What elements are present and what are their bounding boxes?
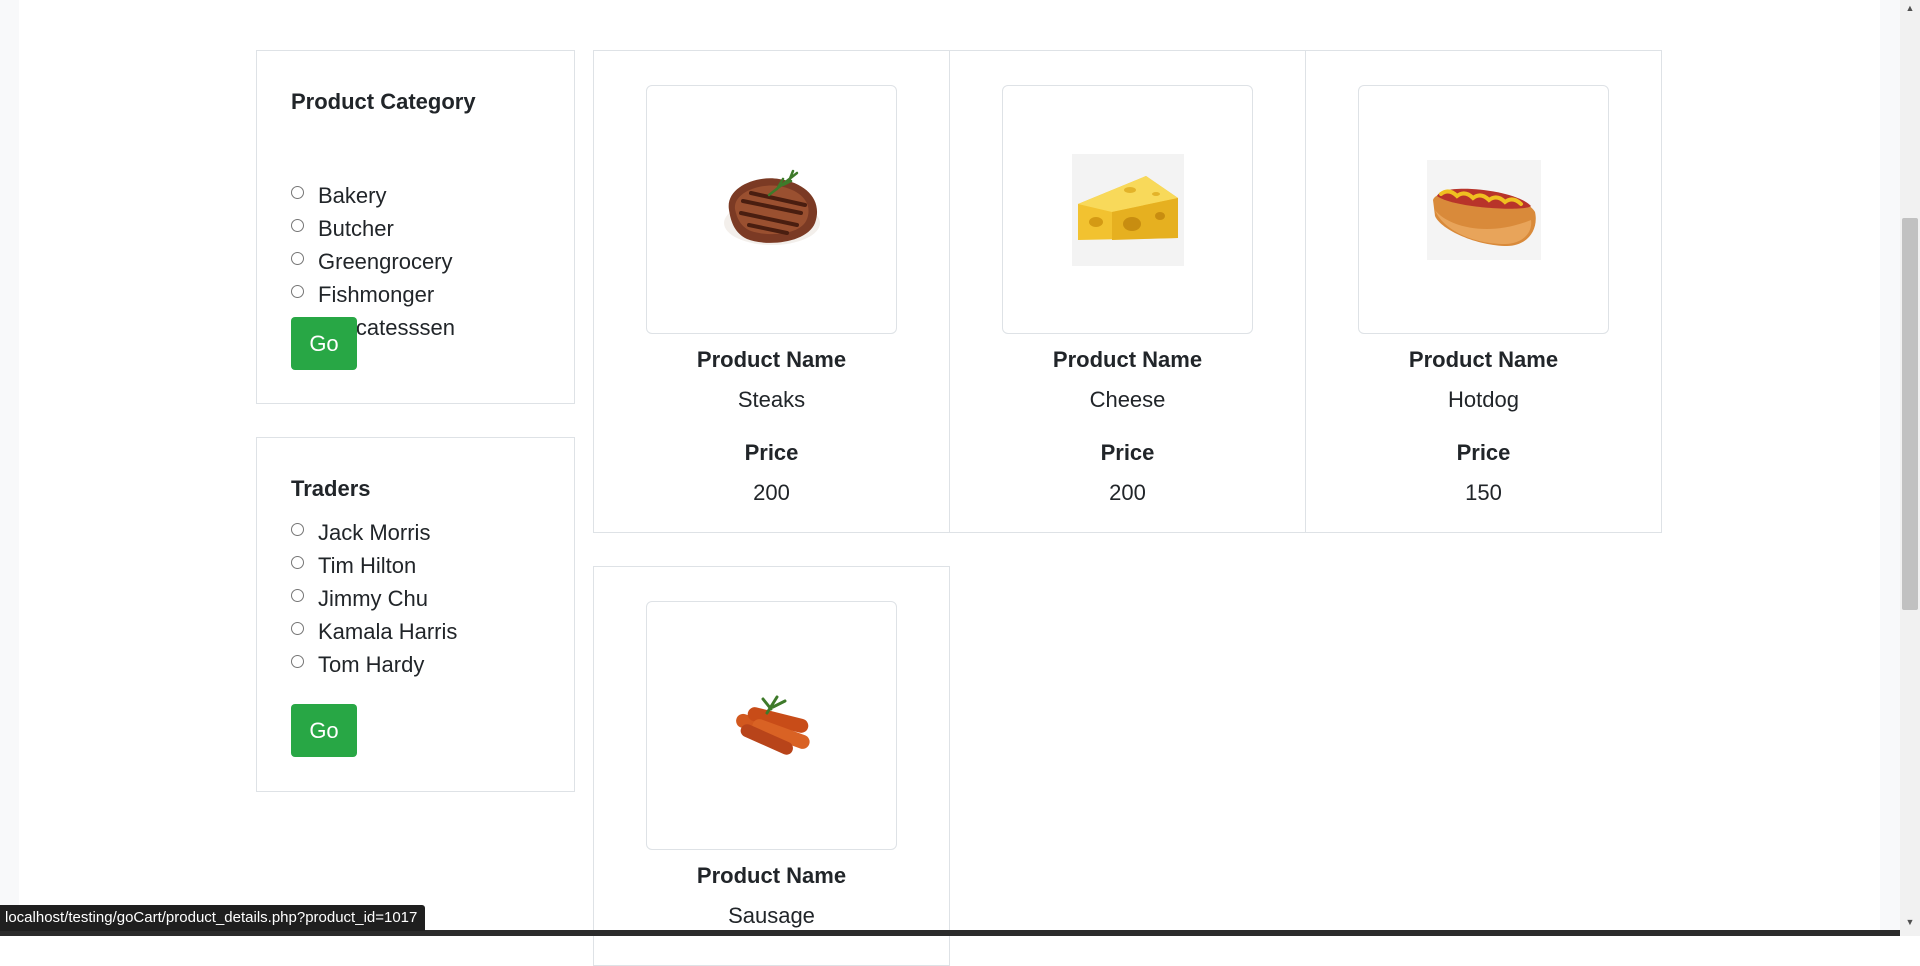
radio-button[interactable] [291,654,304,668]
trader-option-kamala-harris[interactable]: Kamala Harris [291,617,457,647]
traders-go-button[interactable]: Go [291,704,357,757]
radio-button[interactable] [291,218,304,232]
radio-label: Butcher [318,216,394,241]
trader-option-jimmy-chu[interactable]: Jimmy Chu [291,584,428,614]
status-bar-url: localhost/testing/goCart/product_details… [0,905,426,931]
traders-filter-title: Traders [291,476,371,501]
radio-label: Tim Hilton [318,553,417,578]
product-name: Steaks [737,387,806,412]
radio-label: Jack Morris [318,520,431,545]
product-card-cheese[interactable]: Product Name Cheese Price 200 [949,50,1306,533]
category-option-bakery[interactable]: Bakery [291,181,386,211]
product-card-hotdog[interactable]: Product Name Hotdog Price 150 [1305,50,1662,533]
product-price-label: Price [744,440,799,465]
product-image-frame[interactable] [646,601,897,850]
hotdog-image [1426,159,1541,260]
product-name-label: Product Name [696,347,847,372]
product-image-frame[interactable] [646,85,897,334]
product-name-label: Product Name [696,863,847,888]
sausage-image [735,695,810,755]
radio-label: Jimmy Chu [318,586,429,611]
radio-label: Fishmonger [318,282,435,307]
cheese-image [1071,153,1184,266]
product-image-frame[interactable] [1358,85,1609,334]
radio-label: Kamala Harris [318,619,458,644]
category-filter-title: Product Category [291,89,476,114]
product-image-frame[interactable] [1002,85,1253,334]
radio-label: Bakery [318,183,387,208]
product-price: 200 [753,480,790,505]
radio-label: Greengrocery [318,249,453,274]
radio-button[interactable] [291,621,304,635]
product-name: Hotdog [1448,387,1519,412]
trader-option-jack-morris[interactable]: Jack Morris [291,518,430,548]
scroll-up-arrow-icon[interactable]: ▲ [1900,0,1920,16]
radio-button[interactable] [291,522,304,536]
category-go-button[interactable]: Go [291,317,357,370]
product-price: 150 [1465,480,1502,505]
category-option-greengrocery[interactable]: Greengrocery [291,247,453,277]
product-name: Cheese [1089,387,1166,412]
traders-filter-card: Traders Jack Morris Tim Hilton Jimmy Chu… [256,437,575,792]
category-option-fishmonger[interactable]: Fishmonger [291,280,434,310]
product-name: Sausage [728,903,815,928]
category-filter-card: Product Category Bakery Butcher Greengro… [256,50,575,404]
right-gutter [1880,0,1900,936]
radio-button[interactable] [291,588,304,602]
product-price-label: Price [1100,440,1155,465]
product-price-label: Price [1456,440,1511,465]
product-card-sausage[interactable]: Product Name Sausage [593,566,950,966]
product-name-label: Product Name [1408,347,1559,372]
radio-button[interactable] [291,284,304,298]
product-price: 200 [1109,480,1146,505]
trader-option-tom-hardy[interactable]: Tom Hardy [291,650,424,680]
scroll-down-arrow-icon[interactable]: ▼ [1900,914,1920,930]
radio-button[interactable] [291,185,304,199]
left-gutter [0,0,19,936]
product-card-steaks[interactable]: Product Name Steaks Price 200 [593,50,950,533]
radio-button[interactable] [291,555,304,569]
scrollbar-thumb[interactable] [1902,218,1918,610]
trader-option-tim-hilton[interactable]: Tim Hilton [291,551,416,581]
radio-label: Tom Hardy [318,652,425,677]
category-option-butcher[interactable]: Butcher [291,214,394,244]
radio-button[interactable] [291,251,304,265]
steak-image [723,169,820,245]
product-name-label: Product Name [1052,347,1203,372]
